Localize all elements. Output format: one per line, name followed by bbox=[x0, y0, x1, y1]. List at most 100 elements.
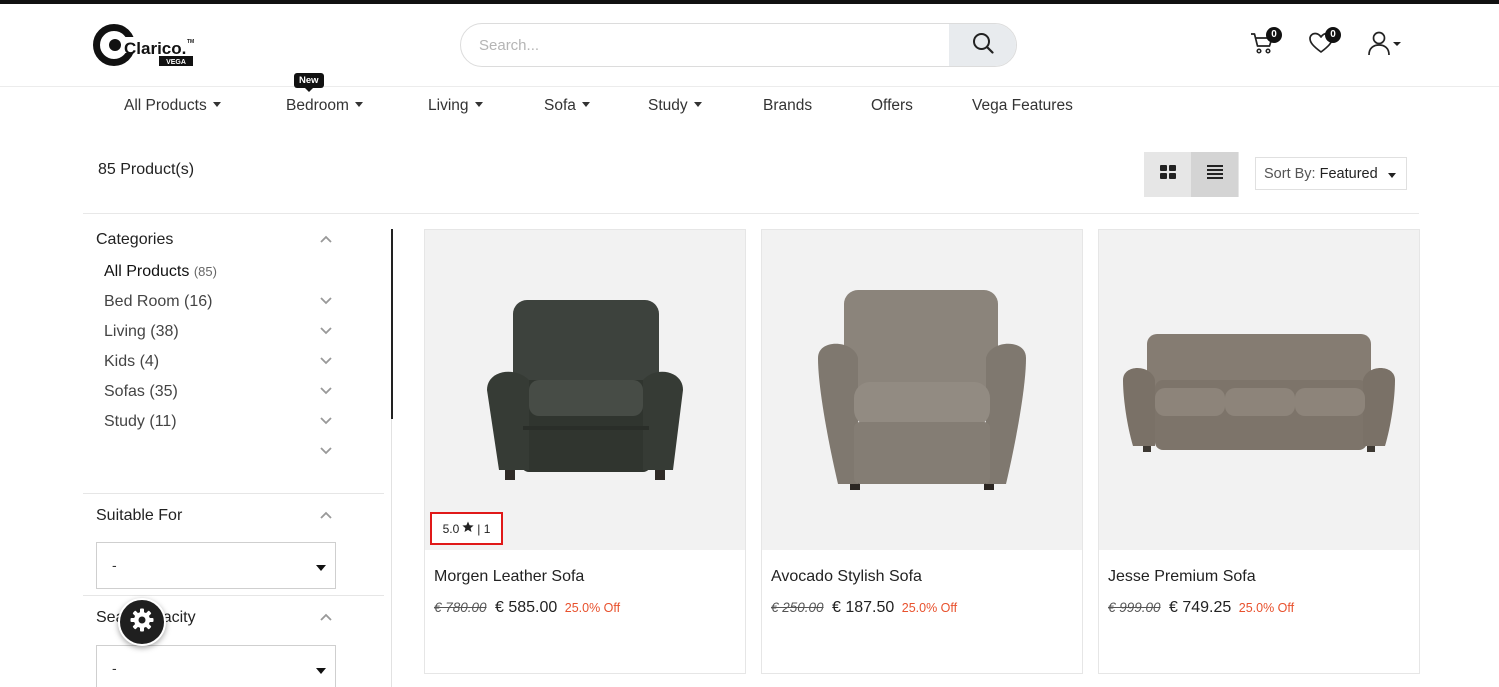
product-image[interactable] bbox=[1099, 230, 1419, 550]
suitable-for-select[interactable]: - bbox=[96, 542, 336, 589]
chevron-down-icon bbox=[581, 102, 590, 108]
list-view-icon bbox=[1206, 165, 1223, 184]
product-image[interactable] bbox=[762, 230, 1082, 550]
category-count: (85) bbox=[193, 264, 217, 279]
brand-sub: VEGA bbox=[166, 59, 186, 66]
category-sofas[interactable]: Sofas (35) bbox=[104, 383, 178, 401]
search-input[interactable] bbox=[461, 24, 950, 66]
old-price: € 250.00 bbox=[771, 600, 824, 615]
nav-item-brands[interactable]: Brands bbox=[763, 97, 812, 115]
chevron-down-icon[interactable] bbox=[320, 357, 332, 365]
category-living[interactable]: Living (38) bbox=[104, 323, 179, 341]
product-image[interactable] bbox=[425, 230, 745, 550]
chevron-down-icon[interactable] bbox=[320, 327, 332, 335]
nav-item-label: Sofa bbox=[544, 97, 576, 114]
nav-item-label: Bedroom bbox=[286, 97, 349, 114]
toolbar-divider bbox=[83, 213, 1419, 214]
wishlist-count-badge: 0 bbox=[1325, 27, 1341, 43]
category-bed-room[interactable]: Bed Room (16) bbox=[104, 293, 213, 311]
discount-label: 25.0% Off bbox=[1238, 601, 1295, 615]
chevron-down-icon bbox=[212, 102, 221, 108]
product-name[interactable]: Jesse Premium Sofa bbox=[1108, 568, 1256, 586]
rating-value: 5.0 bbox=[442, 521, 460, 536]
search-icon bbox=[972, 32, 994, 59]
brand-logo[interactable]: Clarico. TM VEGA bbox=[93, 22, 203, 68]
chevron-down-icon[interactable] bbox=[320, 297, 332, 305]
new-badge: New bbox=[294, 73, 324, 92]
product-name[interactable]: Morgen Leather Sofa bbox=[434, 568, 584, 586]
nav-item-all-products[interactable]: All Products bbox=[124, 97, 221, 115]
product-card[interactable]: Avocado Stylish Sofa € 250.00 € 187.50 2… bbox=[761, 229, 1083, 674]
current-price: € 749.25 bbox=[1169, 599, 1232, 616]
nav-item-label: All Products bbox=[124, 97, 207, 114]
main-nav: All Products Bedroom Living Sofa Study B… bbox=[0, 87, 1499, 127]
current-price: € 187.50 bbox=[832, 599, 895, 616]
product-price: € 250.00 € 187.50 25.0% Off bbox=[771, 599, 957, 617]
select-value: - bbox=[112, 557, 117, 573]
top-strip bbox=[0, 0, 1499, 4]
sidebar-scrollbar[interactable] bbox=[391, 229, 393, 419]
nav-item-sofa[interactable]: Sofa bbox=[544, 97, 590, 115]
view-toggle bbox=[1144, 152, 1239, 197]
nav-item-label: Study bbox=[648, 97, 688, 114]
nav-item-vega-features[interactable]: Vega Features bbox=[972, 97, 1073, 115]
chevron-up-icon[interactable] bbox=[320, 511, 332, 519]
nav-item-study[interactable]: Study bbox=[648, 97, 702, 115]
categories-title: Categories bbox=[96, 231, 174, 248]
old-price: € 780.00 bbox=[434, 600, 487, 615]
chevron-down-icon bbox=[1393, 41, 1401, 46]
sidebar-section-divider bbox=[83, 493, 384, 494]
product-count: 85 Product(s) bbox=[98, 161, 195, 178]
chevron-up-icon[interactable] bbox=[320, 613, 332, 621]
sort-value: Featured bbox=[1319, 166, 1378, 182]
nav-item-living[interactable]: Living bbox=[428, 97, 483, 115]
suitable-for-title: Suitable For bbox=[96, 507, 183, 524]
sort-label: Sort By: bbox=[1264, 166, 1316, 182]
old-price: € 999.00 bbox=[1108, 600, 1161, 615]
select-value: - bbox=[112, 660, 117, 676]
brand-name: Clarico. bbox=[124, 39, 186, 58]
category-study[interactable]: Study (11) bbox=[104, 413, 177, 431]
brand-tm: TM bbox=[187, 39, 194, 45]
chevron-down-icon bbox=[693, 102, 702, 108]
product-name[interactable]: Avocado Stylish Sofa bbox=[771, 568, 922, 586]
nav-item-offers[interactable]: Offers bbox=[871, 97, 913, 115]
seat-capacity-select[interactable]: - bbox=[96, 645, 336, 687]
cart-button[interactable]: 0 bbox=[1245, 27, 1282, 62]
category-all-products[interactable]: All Products (85) bbox=[104, 263, 217, 281]
settings-button[interactable] bbox=[118, 598, 166, 646]
user-icon bbox=[1366, 29, 1402, 62]
discount-label: 25.0% Off bbox=[564, 601, 621, 615]
sidebar-section-divider bbox=[83, 595, 384, 596]
account-menu-button[interactable] bbox=[1364, 28, 1404, 62]
chevron-down-icon[interactable] bbox=[320, 417, 332, 425]
search-bar bbox=[460, 23, 1017, 67]
review-count: | 1 bbox=[477, 521, 491, 536]
cart-count-badge: 0 bbox=[1266, 27, 1282, 43]
search-button[interactable] bbox=[949, 24, 1016, 66]
list-view-button[interactable] bbox=[1191, 152, 1238, 197]
product-price: € 999.00 € 749.25 25.0% Off bbox=[1108, 599, 1294, 617]
product-price: € 780.00 € 585.00 25.0% Off bbox=[434, 599, 620, 617]
grid-view-button[interactable] bbox=[1144, 152, 1191, 197]
caret-down-icon bbox=[316, 668, 326, 674]
chevron-down-icon[interactable] bbox=[320, 387, 332, 395]
discount-label: 25.0% Off bbox=[901, 601, 958, 615]
category-kids[interactable]: Kids (4) bbox=[104, 353, 159, 371]
current-price: € 585.00 bbox=[495, 599, 558, 616]
sort-dropdown[interactable]: Sort By: Featured bbox=[1255, 157, 1407, 190]
gear-icon bbox=[129, 607, 155, 638]
wishlist-button[interactable]: 0 bbox=[1304, 27, 1341, 62]
nav-item-label: Living bbox=[428, 97, 469, 114]
chevron-down-icon[interactable] bbox=[320, 447, 332, 455]
nav-item-bedroom[interactable]: Bedroom bbox=[286, 97, 363, 115]
caret-down-icon bbox=[316, 565, 326, 571]
category-label: All Products bbox=[104, 263, 190, 280]
product-card[interactable]: Jesse Premium Sofa € 999.00 € 749.25 25.… bbox=[1098, 229, 1420, 674]
star-icon bbox=[462, 521, 474, 536]
product-card[interactable]: 5.0 | 1 Morgen Leather Sofa € 780.00 € 5… bbox=[424, 229, 746, 674]
sidebar-divider bbox=[391, 419, 392, 687]
chevron-up-icon[interactable] bbox=[320, 235, 332, 243]
chevron-down-icon bbox=[354, 102, 363, 108]
chevron-down-icon bbox=[474, 102, 483, 108]
